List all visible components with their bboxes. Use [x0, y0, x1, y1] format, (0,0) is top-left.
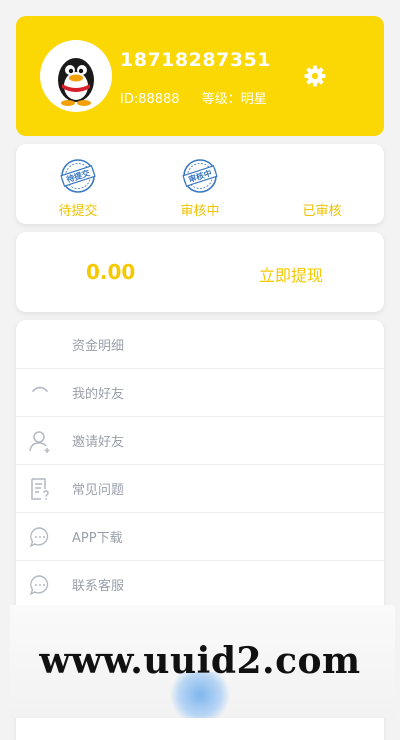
menu-item-app-download[interactable]: APP下载	[16, 512, 384, 561]
stamp-icon: 审核中	[182, 159, 218, 193]
menu-item-label: 资金明细	[72, 339, 125, 354]
menu-item-fund-details[interactable]: 资金明细	[16, 320, 384, 369]
menu-item-label: 我的好友	[72, 387, 125, 402]
menu-item-label: 常见问题	[72, 483, 125, 498]
user-id: ID:88888	[120, 92, 180, 107]
balance-card: 0.00 立即提现	[16, 232, 384, 312]
menu-item-label: 联系客服	[72, 579, 125, 594]
status-label: 审核中	[180, 204, 220, 219]
invite-user-icon	[29, 431, 50, 453]
status-pending-submit[interactable]: 待提交 待提交	[28, 156, 128, 219]
stamp-icon: 待提交	[60, 159, 96, 193]
friends-icon	[32, 386, 48, 392]
status-reviewed[interactable]: 已审核	[272, 156, 372, 219]
balance-amount: 0.00	[86, 260, 136, 284]
chat-bubble-icon	[29, 527, 49, 548]
user-meta: ID:88888 等级：明星	[120, 88, 285, 107]
menu-item-label: 邀请好友	[72, 435, 125, 450]
withdraw-button[interactable]: 立即提现	[259, 262, 323, 286]
status-label: 已审核	[302, 204, 342, 219]
faq-document-icon	[31, 478, 49, 500]
avatar[interactable]	[40, 40, 112, 112]
menu-item-my-friends[interactable]: 我的好友	[16, 368, 384, 417]
penguin-avatar-icon	[58, 58, 94, 106]
profile-header: 18718287351 ID:88888 等级：明星	[16, 16, 384, 136]
chat-bubble-icon	[29, 575, 49, 596]
order-status-card: 待提交 待提交 审核中 审核中 已审核	[16, 144, 384, 224]
watermark-text: www.uuid2.com	[39, 640, 361, 682]
stamp-placeholder	[272, 156, 372, 196]
menu-item-label: APP下载	[72, 531, 123, 546]
user-phone: 18718287351	[120, 49, 271, 71]
menu-item-invite-friends[interactable]: 邀请好友	[16, 416, 384, 465]
menu-item-customer-service[interactable]: 联系客服	[16, 560, 384, 609]
status-label: 待提交	[58, 204, 98, 219]
user-level: 等级：明星	[201, 92, 267, 107]
settings-gear-icon[interactable]	[303, 64, 327, 88]
status-reviewing[interactable]: 审核中 审核中	[150, 156, 250, 219]
menu-item-faq[interactable]: 常见问题	[16, 464, 384, 513]
